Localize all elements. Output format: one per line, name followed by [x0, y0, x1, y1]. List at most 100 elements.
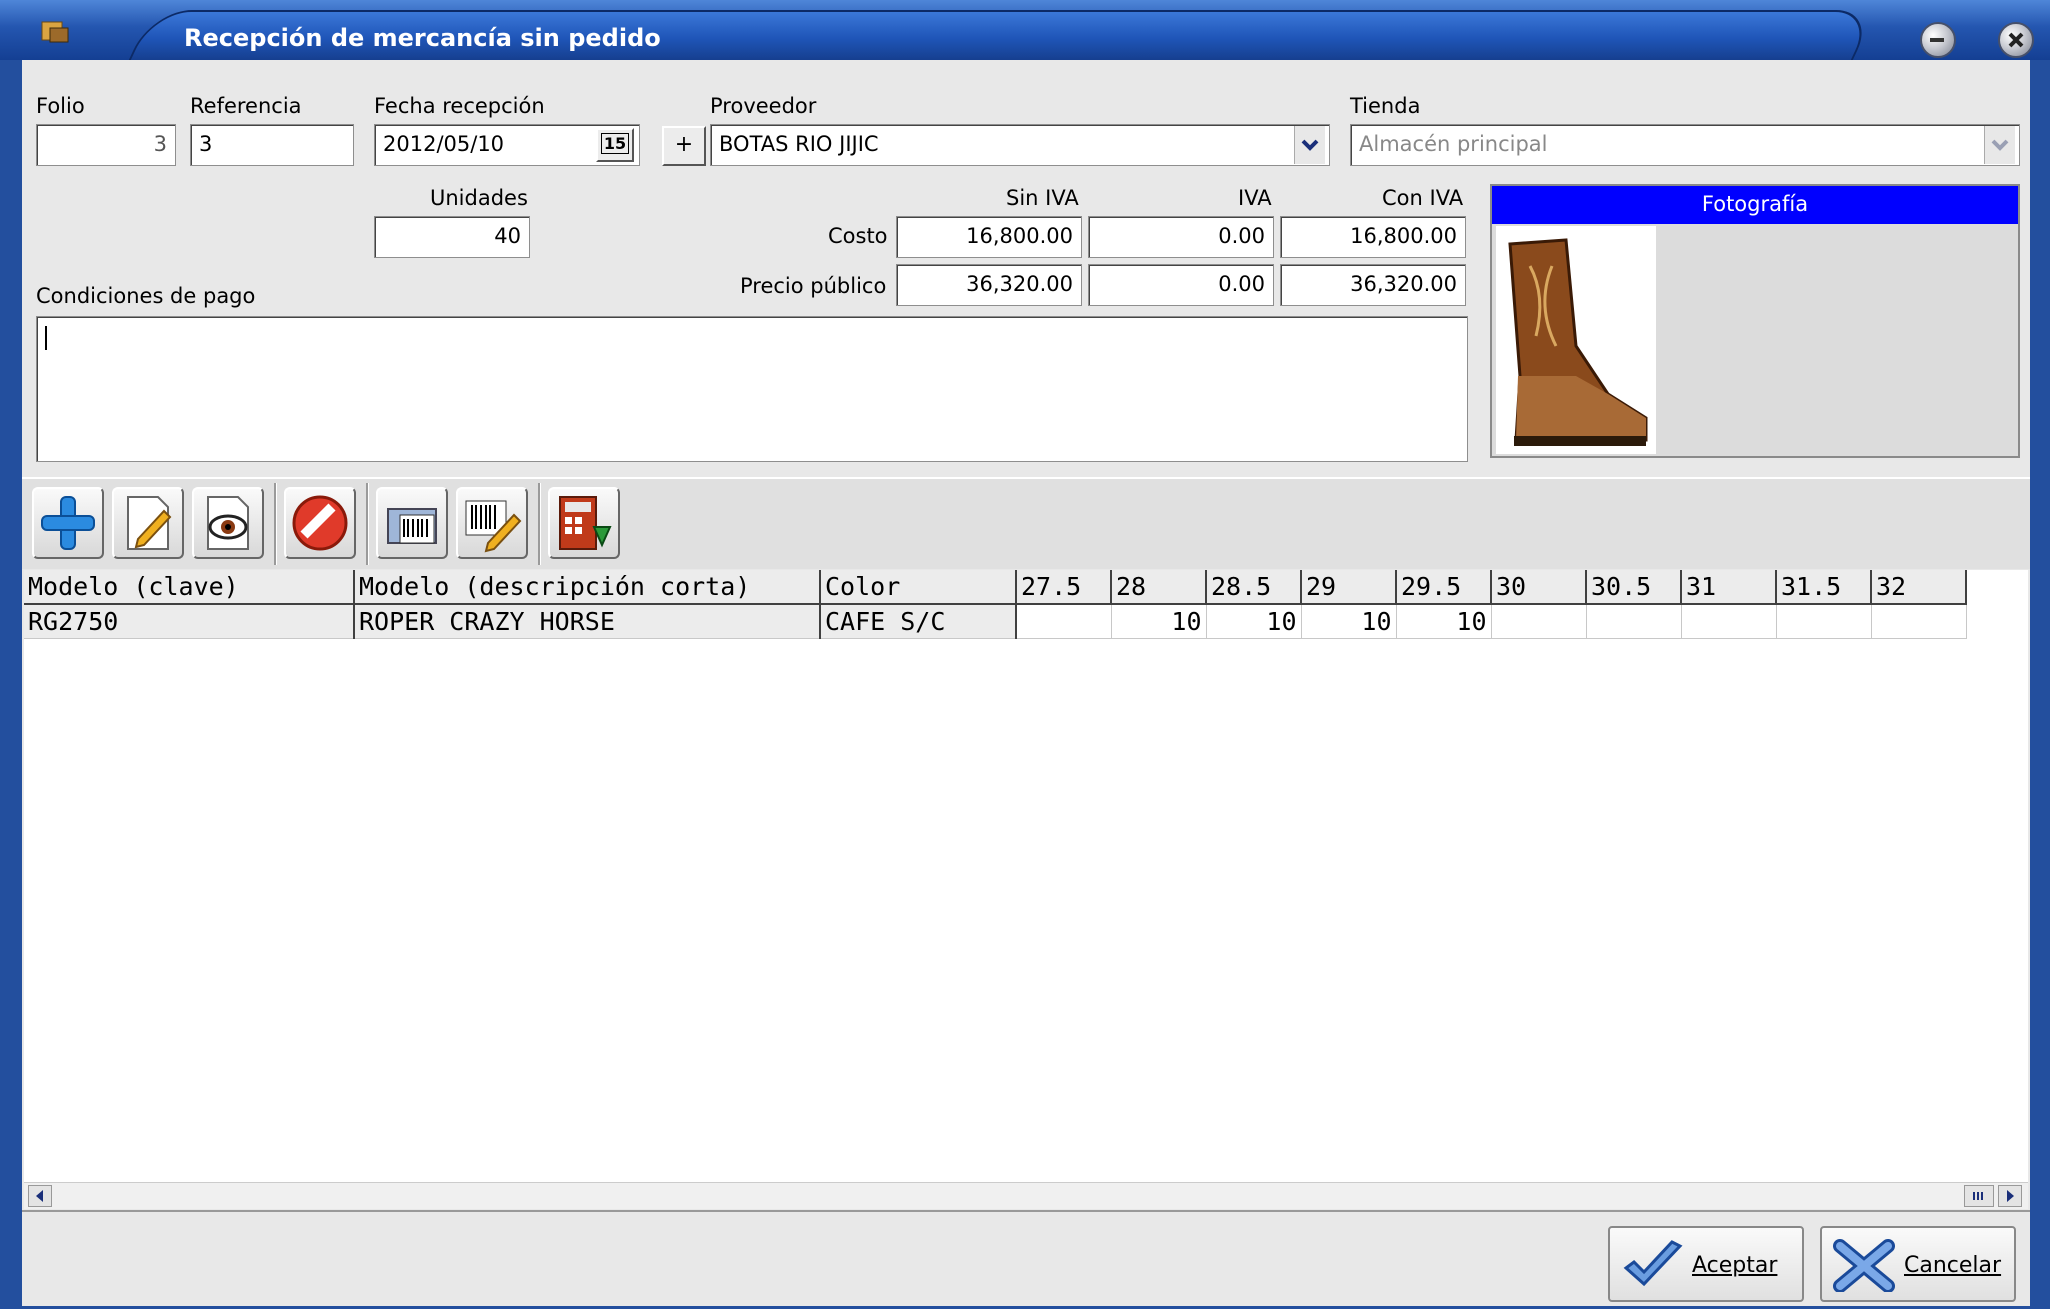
checkmark-icon [1623, 1240, 1683, 1287]
cell-size-qty[interactable] [1776, 604, 1872, 639]
print-barcode-button[interactable] [376, 487, 448, 559]
fecha-label: Fecha recepción [374, 94, 545, 118]
minimize-icon [1930, 38, 1944, 42]
edit-icon [127, 496, 172, 550]
proveedor-dropdown-button[interactable] [1294, 126, 1325, 164]
calculator-icon [559, 496, 612, 550]
calendar-button[interactable]: 15 [596, 128, 634, 162]
cancel-button[interactable] [284, 487, 356, 559]
cell-size-qty[interactable] [1586, 604, 1682, 639]
sin-iva-header: Sin IVA [1006, 186, 1079, 210]
chevron-down-icon [1991, 139, 2009, 151]
col-header-size[interactable]: 29 [1301, 570, 1397, 605]
tienda-dropdown-button[interactable] [1984, 126, 2015, 164]
toolbar [22, 477, 2030, 569]
cell-size-qty[interactable] [1681, 604, 1777, 639]
cell-size-qty[interactable]: 10 [1301, 604, 1397, 639]
edit-button[interactable] [112, 487, 184, 559]
proveedor-label: Proveedor [710, 94, 817, 118]
tienda-label: Tienda [1350, 94, 1421, 118]
arrow-left-icon [36, 1190, 43, 1202]
col-header-size[interactable]: 31 [1681, 570, 1777, 605]
calendar-icon: 15 [600, 133, 630, 154]
col-header-modelo-desc[interactable]: Modelo (descripción corta) [354, 570, 821, 605]
window-title: Recepción de mercancía sin pedido [184, 24, 661, 52]
grip-icon [1973, 1192, 1983, 1200]
cell-size-qty[interactable] [1016, 604, 1112, 639]
window-frame: Recepción de mercancía sin pedido Folio … [0, 0, 2050, 1309]
add-proveedor-button[interactable]: + [662, 126, 706, 166]
close-button[interactable] [1998, 22, 2034, 58]
scroll-right-button[interactable] [1998, 1185, 2022, 1207]
col-header-modelo-clave[interactable]: Modelo (clave) [24, 570, 355, 605]
app-icon [41, 21, 69, 43]
cell-color[interactable]: CAFE S/C [820, 604, 1017, 639]
scroll-left-button[interactable] [28, 1185, 52, 1207]
unidades-field: 40 [374, 216, 530, 258]
cell-modelo-desc[interactable]: ROPER CRAZY HORSE [354, 604, 821, 639]
cell-size-qty[interactable]: 10 [1206, 604, 1302, 639]
col-header-size[interactable]: 32 [1871, 570, 1967, 605]
col-header-size[interactable]: 29.5 [1396, 570, 1492, 605]
data-grid[interactable]: Modelo (clave) Modelo (descripción corta… [24, 570, 2028, 1182]
precio-label: Precio público [740, 274, 887, 298]
minimize-button[interactable] [1920, 22, 1956, 58]
view-icon [207, 496, 249, 550]
boot-image [1508, 238, 1648, 446]
referencia-label: Referencia [190, 94, 302, 118]
costo-iva: 0.00 [1088, 216, 1274, 258]
aceptar-button[interactable]: Aceptar [1608, 1226, 1804, 1302]
col-header-size[interactable]: 30 [1491, 570, 1587, 605]
edit-barcode-button[interactable] [456, 487, 528, 559]
scroll-thumb[interactable] [1964, 1185, 1994, 1207]
plus-icon: + [674, 132, 694, 157]
col-header-size[interactable]: 31.5 [1776, 570, 1872, 605]
footer-divider [22, 1210, 2030, 1212]
calculator-button[interactable] [548, 487, 620, 559]
costo-sin-iva: 16,800.00 [896, 216, 1082, 258]
toolbar-separator [538, 483, 541, 565]
product-photo [1496, 226, 1656, 454]
col-header-size[interactable]: 28.5 [1206, 570, 1302, 605]
barcode-print-icon [387, 508, 437, 544]
folio-field: 3 [36, 124, 176, 166]
referencia-field[interactable]: 3 [190, 124, 354, 166]
costo-con-iva: 16,800.00 [1280, 216, 1466, 258]
cancel-icon [292, 495, 348, 551]
view-button[interactable] [192, 487, 264, 559]
photo-header: Fotografía [1492, 186, 2018, 224]
condiciones-textarea[interactable] [36, 316, 1468, 462]
cancelar-button[interactable]: Cancelar [1820, 1226, 2016, 1302]
arrow-right-icon [2007, 1190, 2014, 1202]
precio-sin-iva: 36,320.00 [896, 264, 1082, 306]
tienda-select[interactable]: Almacén principal [1350, 124, 2020, 166]
cancelar-label: Cancelar [1904, 1253, 2002, 1278]
cell-size-qty[interactable] [1871, 604, 1967, 639]
toolbar-separator [366, 483, 369, 565]
add-button[interactable] [32, 487, 104, 559]
cell-size-qty[interactable]: 10 [1111, 604, 1207, 639]
con-iva-header: Con IVA [1382, 186, 1464, 210]
title-bar[interactable]: Recepción de mercancía sin pedido [0, 0, 2050, 62]
col-header-size[interactable]: 28 [1111, 570, 1207, 605]
iva-header: IVA [1238, 186, 1272, 210]
folio-label: Folio [36, 94, 85, 118]
col-header-size[interactable]: 27.5 [1016, 570, 1112, 605]
close-icon [2008, 32, 2024, 48]
cell-size-qty[interactable] [1491, 604, 1587, 639]
aceptar-label: Aceptar [1692, 1253, 1778, 1278]
photo-panel: Fotografía [1490, 184, 2020, 458]
col-header-color[interactable]: Color [820, 570, 1017, 605]
col-header-size[interactable]: 30.5 [1586, 570, 1682, 605]
horizontal-scrollbar[interactable] [24, 1182, 2028, 1209]
cell-size-qty[interactable]: 10 [1396, 604, 1492, 639]
x-icon [1833, 1239, 1895, 1292]
text-cursor [45, 326, 47, 350]
condiciones-label: Condiciones de pago [36, 284, 256, 308]
proveedor-select[interactable]: BOTAS RIO JIJIC [710, 124, 1330, 166]
cell-modelo-clave[interactable]: RG2750 [24, 604, 355, 639]
grid-header-row: Modelo (clave) Modelo (descripción corta… [24, 570, 1967, 605]
table-row[interactable]: RG2750 ROPER CRAZY HORSE CAFE S/C 10 10 … [24, 604, 1967, 639]
add-icon [41, 496, 95, 550]
chevron-down-icon [1301, 139, 1319, 151]
